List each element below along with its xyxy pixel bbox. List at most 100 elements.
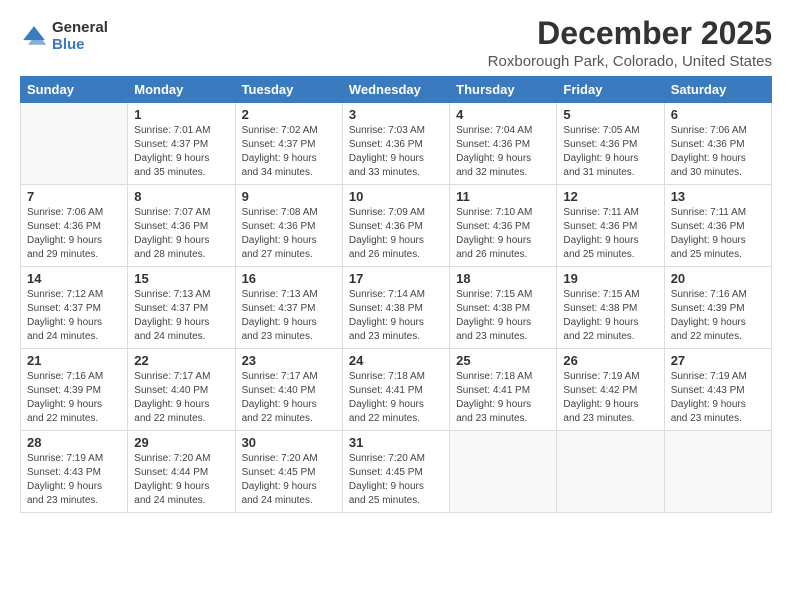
day-info: Sunrise: 7:16 AMSunset: 4:39 PMDaylight:… <box>671 288 765 344</box>
day-number: 17 <box>349 271 443 286</box>
day-info: Sunrise: 7:19 AMSunset: 4:43 PMDaylight:… <box>671 370 765 426</box>
day-info: Sunrise: 7:03 AMSunset: 4:36 PMDaylight:… <box>349 124 443 180</box>
day-info: Sunrise: 7:18 AMSunset: 4:41 PMDaylight:… <box>349 370 443 426</box>
calendar-header-row: Sunday Monday Tuesday Wednesday Thursday… <box>21 77 772 103</box>
day-info: Sunrise: 7:06 AMSunset: 4:36 PMDaylight:… <box>27 206 121 262</box>
day-number: 30 <box>242 435 336 450</box>
calendar-cell: 17 Sunrise: 7:14 AMSunset: 4:38 PMDayligh… <box>342 267 449 349</box>
col-sunday: Sunday <box>21 77 128 103</box>
calendar-cell: 29 Sunrise: 7:20 AMSunset: 4:44 PMDayligh… <box>128 431 235 513</box>
calendar-cell: 11 Sunrise: 7:10 AMSunset: 4:36 PMDayligh… <box>450 185 557 267</box>
day-number: 24 <box>349 353 443 368</box>
page-container: General Blue December 2025 Roxborough Pa… <box>0 0 792 612</box>
calendar-cell: 9 Sunrise: 7:08 AMSunset: 4:36 PMDaylight… <box>235 185 342 267</box>
title-block: December 2025 Roxborough Park, Colorado,… <box>488 16 772 70</box>
calendar-cell: 16Sunrise: 7:13 AMSunset: 4:37 PMDayligh… <box>235 267 342 349</box>
col-tuesday: Tuesday <box>235 77 342 103</box>
day-info: Sunrise: 7:19 AMSunset: 4:43 PMDaylight:… <box>27 452 121 508</box>
day-info: Sunrise: 7:13 AMSunset: 4:37 PMDaylight:… <box>242 288 336 344</box>
day-number: 6 <box>671 107 765 122</box>
day-number: 22 <box>134 353 228 368</box>
day-info: Sunrise: 7:09 AMSunset: 4:36 PMDaylight:… <box>349 206 443 262</box>
calendar-cell <box>664 431 771 513</box>
calendar-cell: 25 Sunrise: 7:18 AMSunset: 4:41 PMDayligh… <box>450 349 557 431</box>
day-number: 1 <box>134 107 228 122</box>
calendar-cell: 23Sunrise: 7:17 AMSunset: 4:40 PMDayligh… <box>235 349 342 431</box>
day-number: 5 <box>563 107 657 122</box>
calendar-cell: 6 Sunrise: 7:06 AMSunset: 4:36 PMDaylight… <box>664 103 771 185</box>
day-number: 21 <box>27 353 121 368</box>
calendar-cell: 18Sunrise: 7:15 AMSunset: 4:38 PMDayligh… <box>450 267 557 349</box>
col-monday: Monday <box>128 77 235 103</box>
calendar-week-row: 1 Sunrise: 7:01 AMSunset: 4:37 PMDaylight… <box>21 103 772 185</box>
day-number: 15 <box>134 271 228 286</box>
calendar-cell: 5 Sunrise: 7:05 AMSunset: 4:36 PMDaylight… <box>557 103 664 185</box>
day-number: 18 <box>456 271 550 286</box>
calendar-cell: 31Sunrise: 7:20 AMSunset: 4:45 PMDayligh… <box>342 431 449 513</box>
col-saturday: Saturday <box>664 77 771 103</box>
header: General Blue December 2025 Roxborough Pa… <box>20 16 772 70</box>
day-number: 9 <box>242 189 336 204</box>
day-info: Sunrise: 7:11 AMSunset: 4:36 PMDaylight:… <box>563 206 657 262</box>
day-info: Sunrise: 7:13 AMSunset: 4:37 PMDaylight:… <box>134 288 228 344</box>
calendar-cell: 13Sunrise: 7:11 AMSunset: 4:36 PMDayligh… <box>664 185 771 267</box>
day-info: Sunrise: 7:04 AMSunset: 4:36 PMDaylight:… <box>456 124 550 180</box>
logo-icon <box>20 23 48 51</box>
day-info: Sunrise: 7:18 AMSunset: 4:41 PMDaylight:… <box>456 370 550 426</box>
calendar-cell: 28 Sunrise: 7:19 AMSunset: 4:43 PMDayligh… <box>21 431 128 513</box>
calendar-cell: 30Sunrise: 7:20 AMSunset: 4:45 PMDayligh… <box>235 431 342 513</box>
day-info: Sunrise: 7:02 AMSunset: 4:37 PMDaylight:… <box>242 124 336 180</box>
day-number: 14 <box>27 271 121 286</box>
calendar-cell <box>21 103 128 185</box>
day-number: 2 <box>242 107 336 122</box>
calendar-cell: 7 Sunrise: 7:06 AMSunset: 4:36 PMDaylight… <box>21 185 128 267</box>
calendar-cell: 14Sunrise: 7:12 AMSunset: 4:37 PMDayligh… <box>21 267 128 349</box>
day-info: Sunrise: 7:06 AMSunset: 4:36 PMDaylight:… <box>671 124 765 180</box>
main-title: December 2025 <box>488 16 772 51</box>
logo-text: General Blue <box>52 20 108 53</box>
day-number: 20 <box>671 271 765 286</box>
day-number: 12 <box>563 189 657 204</box>
calendar-cell: 20 Sunrise: 7:16 AMSunset: 4:39 PMDayligh… <box>664 267 771 349</box>
day-number: 4 <box>456 107 550 122</box>
day-info: Sunrise: 7:07 AMSunset: 4:36 PMDaylight:… <box>134 206 228 262</box>
day-info: Sunrise: 7:01 AMSunset: 4:37 PMDaylight:… <box>134 124 228 180</box>
calendar-cell: 4 Sunrise: 7:04 AMSunset: 4:36 PMDaylight… <box>450 103 557 185</box>
calendar-cell <box>557 431 664 513</box>
day-info: Sunrise: 7:20 AMSunset: 4:45 PMDaylight:… <box>349 452 443 508</box>
day-number: 7 <box>27 189 121 204</box>
day-info: Sunrise: 7:08 AMSunset: 4:36 PMDaylight:… <box>242 206 336 262</box>
calendar-cell: 12 Sunrise: 7:11 AMSunset: 4:36 PMDayligh… <box>557 185 664 267</box>
day-number: 25 <box>456 353 550 368</box>
day-info: Sunrise: 7:05 AMSunset: 4:36 PMDaylight:… <box>563 124 657 180</box>
day-info: Sunrise: 7:10 AMSunset: 4:36 PMDaylight:… <box>456 206 550 262</box>
calendar-week-row: 21 Sunrise: 7:16 AMSunset: 4:39 PMDayligh… <box>21 349 772 431</box>
day-info: Sunrise: 7:20 AMSunset: 4:44 PMDaylight:… <box>134 452 228 508</box>
day-number: 11 <box>456 189 550 204</box>
calendar-cell: 19Sunrise: 7:15 AMSunset: 4:38 PMDayligh… <box>557 267 664 349</box>
day-info: Sunrise: 7:16 AMSunset: 4:39 PMDaylight:… <box>27 370 121 426</box>
day-number: 26 <box>563 353 657 368</box>
day-info: Sunrise: 7:17 AMSunset: 4:40 PMDaylight:… <box>134 370 228 426</box>
calendar-week-row: 28 Sunrise: 7:19 AMSunset: 4:43 PMDayligh… <box>21 431 772 513</box>
calendar-cell: 22 Sunrise: 7:17 AMSunset: 4:40 PMDayligh… <box>128 349 235 431</box>
day-number: 13 <box>671 189 765 204</box>
calendar-cell: 2 Sunrise: 7:02 AMSunset: 4:37 PMDaylight… <box>235 103 342 185</box>
day-number: 3 <box>349 107 443 122</box>
calendar-cell: 21 Sunrise: 7:16 AMSunset: 4:39 PMDayligh… <box>21 349 128 431</box>
calendar-table: Sunday Monday Tuesday Wednesday Thursday… <box>20 76 772 513</box>
col-wednesday: Wednesday <box>342 77 449 103</box>
day-info: Sunrise: 7:15 AMSunset: 4:38 PMDaylight:… <box>563 288 657 344</box>
calendar-cell: 24 Sunrise: 7:18 AMSunset: 4:41 PMDayligh… <box>342 349 449 431</box>
subtitle: Roxborough Park, Colorado, United States <box>488 53 772 70</box>
day-info: Sunrise: 7:14 AMSunset: 4:38 PMDaylight:… <box>349 288 443 344</box>
day-number: 27 <box>671 353 765 368</box>
day-number: 23 <box>242 353 336 368</box>
day-number: 28 <box>27 435 121 450</box>
calendar-week-row: 7 Sunrise: 7:06 AMSunset: 4:36 PMDaylight… <box>21 185 772 267</box>
calendar-cell: 8Sunrise: 7:07 AMSunset: 4:36 PMDaylight… <box>128 185 235 267</box>
day-number: 29 <box>134 435 228 450</box>
calendar-cell: 3 Sunrise: 7:03 AMSunset: 4:36 PMDaylight… <box>342 103 449 185</box>
calendar-week-row: 14Sunrise: 7:12 AMSunset: 4:37 PMDayligh… <box>21 267 772 349</box>
col-friday: Friday <box>557 77 664 103</box>
